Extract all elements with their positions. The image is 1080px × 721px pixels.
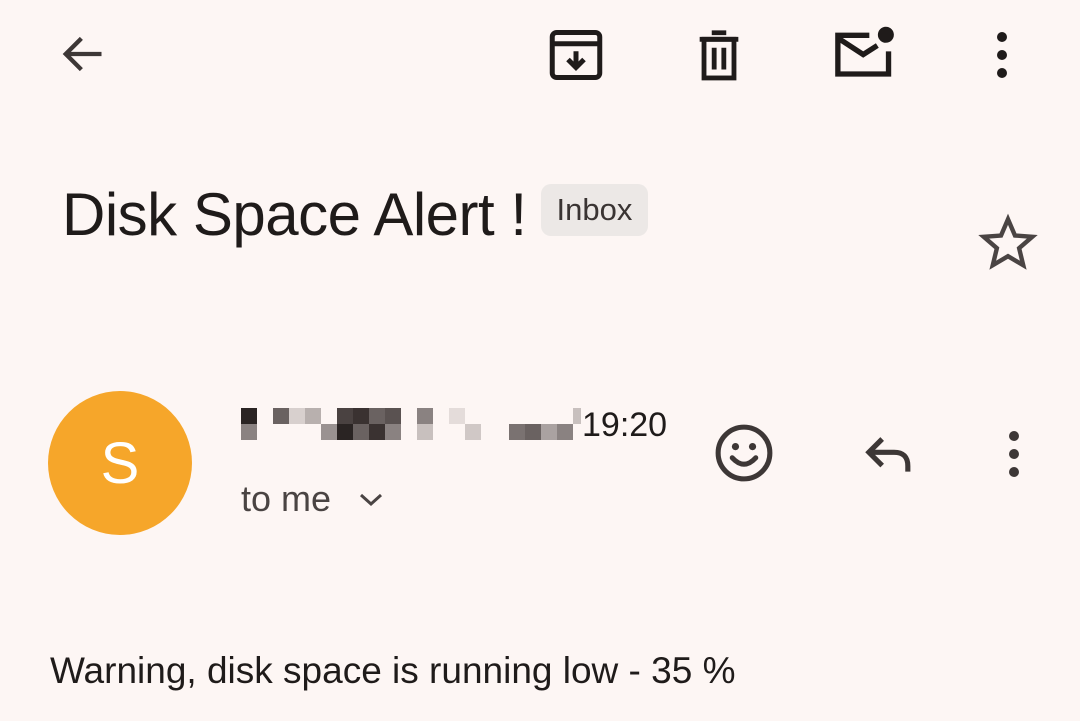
sender-initial: S xyxy=(100,430,140,496)
more-options-button[interactable] xyxy=(978,24,1026,86)
recipient-label: to me xyxy=(241,478,332,519)
arrow-back-icon xyxy=(62,36,102,72)
sender-avatar[interactable]: S xyxy=(48,391,192,535)
email-subject: Disk Space Alert ! xyxy=(62,181,527,248)
email-body: Warning, disk space is running low - 35 … xyxy=(50,650,736,691)
delete-button[interactable] xyxy=(686,22,752,88)
received-time: 19:20 xyxy=(582,406,668,444)
recipient-details-toggle[interactable]: to me xyxy=(241,478,385,520)
star-icon xyxy=(978,213,1038,270)
star-button[interactable] xyxy=(972,210,1044,276)
back-button[interactable] xyxy=(50,26,114,82)
mark-unread-button[interactable] xyxy=(826,20,902,88)
emoji-reaction-icon xyxy=(715,424,773,482)
inbox-label-chip[interactable]: Inbox xyxy=(540,184,649,236)
sender-name-redacted xyxy=(241,406,581,440)
mail-unread-icon xyxy=(835,26,894,77)
reply-button[interactable] xyxy=(852,420,924,486)
archive-icon xyxy=(549,30,603,80)
more-vert-icon xyxy=(1009,431,1019,477)
message-more-options-button[interactable] xyxy=(990,423,1038,485)
add-reaction-button[interactable] xyxy=(706,417,782,489)
chevron-down-icon xyxy=(357,489,385,509)
more-vert-icon xyxy=(997,32,1007,78)
trash-icon xyxy=(699,30,739,81)
subject-row: Disk Space Alert ! Inbox xyxy=(62,181,649,248)
reply-icon xyxy=(865,437,911,472)
archive-button[interactable] xyxy=(540,22,612,88)
